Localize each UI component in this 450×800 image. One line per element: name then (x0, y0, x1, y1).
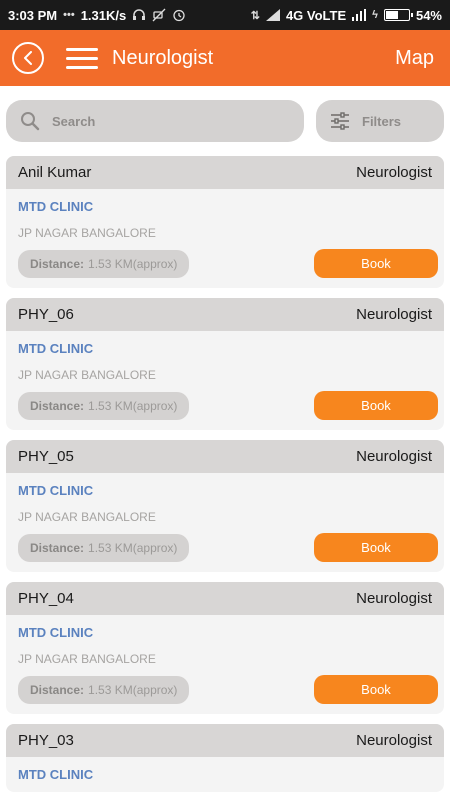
clinic-name: MTD CLINIC (18, 767, 94, 782)
filters-label: Filters (362, 113, 402, 129)
clinic-address: JP NAGAR BANGALORE (18, 652, 156, 666)
map-button[interactable]: Map (395, 47, 434, 70)
clinic-name: MTD CLINIC (18, 625, 94, 640)
card-actions: Distance: 1.53 KM(approx) Book (18, 391, 438, 420)
card-header: PHY_05 Neurologist (6, 440, 444, 473)
filters-icon (331, 112, 349, 130)
book-button[interactable]: Book (314, 249, 438, 278)
doctor-name: PHY_04 (18, 590, 74, 607)
distance-label: Distance: (30, 398, 85, 413)
card-actions: Distance: 1.53 KM(approx) Book (18, 675, 438, 704)
alarm-icon (172, 8, 186, 22)
doctor-name: PHY_06 (18, 306, 74, 323)
filters-button[interactable]: Filters (316, 100, 444, 142)
status-left: 3:03 PM ••• 1.31K/s (8, 8, 186, 23)
headset-icon (132, 8, 146, 22)
back-button[interactable] (12, 42, 44, 74)
search-row: Filters (0, 86, 450, 142)
card-body: MTD CLINIC JP NAGAR BANGALORE Distance: … (6, 615, 444, 714)
doctor-card[interactable]: PHY_04 Neurologist MTD CLINIC JP NAGAR B… (6, 582, 444, 714)
distance-label: Distance: (30, 540, 85, 555)
doctor-name: Anil Kumar (18, 164, 92, 181)
doctor-specialty: Neurologist (356, 590, 432, 607)
clinic-address: JP NAGAR BANGALORE (18, 226, 156, 240)
more-dots-icon: ••• (63, 9, 75, 21)
book-button[interactable]: Book (314, 533, 438, 562)
distance-value: 1.53 KM(approx) (88, 256, 178, 271)
clinic-name: MTD CLINIC (18, 483, 94, 498)
page-title: Neurologist (112, 46, 214, 69)
card-header: PHY_04 Neurologist (6, 582, 444, 615)
status-bar: 3:03 PM ••• 1.31K/s ⇅ 4G VoLTE ϟ 54% (0, 0, 450, 30)
card-header: PHY_06 Neurologist (6, 298, 444, 331)
search-input[interactable] (52, 113, 252, 129)
clinic-name: MTD CLINIC (18, 341, 94, 356)
back-arrow-icon (24, 51, 32, 65)
data-transfer-icon: ⇅ (250, 9, 260, 22)
distance-badge: Distance: 1.53 KM(approx) (18, 249, 190, 278)
clinic-address: JP NAGAR BANGALORE (18, 368, 156, 382)
distance-badge: Distance: 1.53 KM(approx) (18, 533, 190, 562)
doctor-specialty: Neurologist (356, 306, 432, 323)
distance-label: Distance: (30, 256, 85, 271)
clinic-name: MTD CLINIC (18, 199, 94, 214)
doctor-specialty: Neurologist (356, 164, 432, 181)
doctor-name: PHY_03 (18, 732, 74, 749)
card-body: MTD CLINIC (6, 757, 444, 792)
distance-label: Distance: (30, 682, 85, 697)
signal-icon (265, 9, 280, 21)
doctor-card[interactable]: PHY_05 Neurologist MTD CLINIC JP NAGAR B… (6, 440, 444, 572)
card-body: MTD CLINIC JP NAGAR BANGALORE Distance: … (6, 189, 444, 288)
distance-value: 1.53 KM(approx) (88, 682, 178, 697)
signal-bars-icon (352, 9, 367, 21)
status-battery: 54% (415, 7, 442, 23)
distance-badge: Distance: 1.53 KM(approx) (18, 391, 190, 420)
charging-icon: ϟ (372, 9, 378, 21)
doctor-specialty: Neurologist (356, 732, 432, 749)
book-button[interactable]: Book (314, 391, 438, 420)
doctor-card[interactable]: Anil Kumar Neurologist MTD CLINIC JP NAG… (6, 156, 444, 288)
search-bar[interactable] (6, 100, 304, 142)
doctor-list: Anil Kumar Neurologist MTD CLINIC JP NAG… (0, 142, 450, 792)
status-time: 3:03 PM (8, 7, 58, 23)
doctor-card[interactable]: PHY_06 Neurologist MTD CLINIC JP NAGAR B… (6, 298, 444, 430)
no-sound-icon (152, 8, 166, 22)
card-header: PHY_03 Neurologist (6, 724, 444, 757)
card-body: MTD CLINIC JP NAGAR BANGALORE Distance: … (6, 473, 444, 572)
distance-value: 1.53 KM(approx) (88, 398, 178, 413)
distance-value: 1.53 KM(approx) (88, 540, 178, 555)
card-actions: Distance: 1.53 KM(approx) Book (18, 533, 438, 562)
book-button[interactable]: Book (314, 675, 438, 704)
clinic-address: JP NAGAR BANGALORE (18, 510, 156, 524)
doctor-name: PHY_05 (18, 448, 74, 465)
status-speed: 1.31K/s (80, 7, 127, 23)
doctor-specialty: Neurologist (356, 448, 432, 465)
card-actions: Distance: 1.53 KM(approx) Book (18, 249, 438, 278)
doctor-card[interactable]: PHY_03 Neurologist MTD CLINIC (6, 724, 444, 792)
status-right: ⇅ 4G VoLTE ϟ 54% (251, 8, 442, 23)
battery-icon (383, 9, 413, 21)
app-bar: Neurologist Map (0, 30, 450, 86)
distance-badge: Distance: 1.53 KM(approx) (18, 675, 190, 704)
status-network: 4G VoLTE (285, 7, 347, 23)
card-body: MTD CLINIC JP NAGAR BANGALORE Distance: … (6, 331, 444, 430)
search-icon (21, 112, 40, 131)
card-header: Anil Kumar Neurologist (6, 156, 444, 189)
menu-icon[interactable] (66, 47, 98, 69)
